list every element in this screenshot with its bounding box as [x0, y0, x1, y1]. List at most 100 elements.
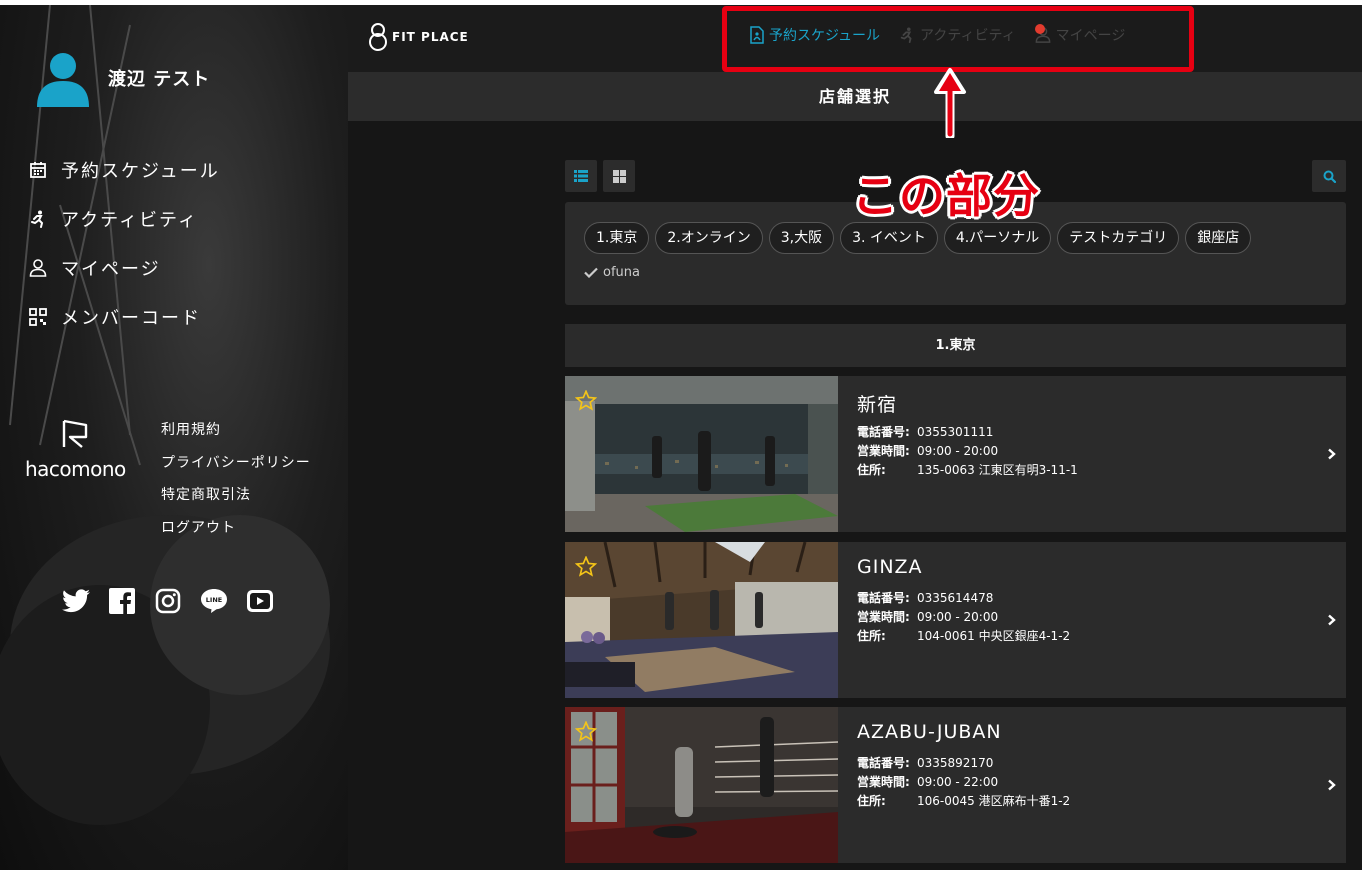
store-photo — [565, 542, 838, 698]
store-card-azabu-juban[interactable]: AZABU-JUBAN 電話番号: 0335892170 営業時間: 09:00 -… — [565, 707, 1346, 863]
main-content: 1.東京 2.オンライン 3,大阪 3. イベント 4.パーソナル テストカテゴ… — [348, 121, 1362, 870]
store-photo — [565, 376, 838, 532]
sidebar-item-label: 予約スケジュール — [61, 160, 220, 182]
address-label: 住所: — [857, 629, 886, 643]
youtube-icon[interactable] — [246, 587, 274, 615]
address-label: 住所: — [857, 463, 886, 477]
checked-filter-label: ofuna — [603, 265, 640, 280]
category-chips: 1.東京 2.オンライン 3,大阪 3. イベント 4.パーソナル テストカテゴ… — [584, 222, 1252, 254]
favorite-star-icon[interactable] — [575, 390, 597, 411]
checkmark-icon — [584, 267, 598, 278]
store-hours: 09:00 - 22:00 — [917, 775, 999, 789]
store-name: 新宿 — [857, 394, 898, 416]
top-navbar: FIT PLACE 予約スケジュール アクティビティ マイページ — [348, 5, 1362, 72]
annotation-arrow-icon — [934, 68, 966, 138]
terms-link[interactable]: 利用規約 — [161, 419, 311, 452]
tab-schedule[interactable]: 予約スケジュール — [750, 25, 880, 45]
chevron-right-icon — [1328, 614, 1336, 626]
category-chip[interactable]: 3. イベント — [840, 222, 938, 254]
social-links: LINE — [62, 587, 274, 615]
checked-filter[interactable]: ofuna — [584, 265, 640, 280]
hacomono-logo: hacomono — [25, 417, 126, 481]
sidebar-item-label: マイページ — [61, 258, 161, 280]
phone-label: 電話番号: — [857, 756, 910, 770]
sidebar-item-activity[interactable]: アクティビティ — [28, 194, 220, 243]
legal-links: 利用規約 プライバシーポリシー 特定商取引法 ログアウト — [161, 419, 311, 549]
category-chip[interactable]: 4.パーソナル — [943, 222, 1052, 254]
annotation-label: この部分 — [852, 169, 1040, 223]
commerce-law-link[interactable]: 特定商取引法 — [161, 484, 311, 517]
hours-label: 営業時間: — [857, 444, 910, 458]
store-info: 電話番号: 0335614478 営業時間: 09:00 - 20:00 住所: 10… — [857, 589, 1070, 646]
store-info: 電話番号: 0355301111 営業時間: 09:00 - 20:00 住所: 13… — [857, 423, 1078, 480]
category-chip[interactable]: テストカテゴリ — [1057, 222, 1180, 254]
instagram-icon[interactable] — [154, 587, 182, 615]
tab-label: 予約スケジュール — [769, 28, 881, 44]
line-icon[interactable]: LINE — [200, 587, 228, 615]
kettlebell-logo-icon — [369, 23, 387, 51]
store-card-ginza[interactable]: GINZA 電話番号: 0335614478 営業時間: 09:00 - 20:00… — [565, 542, 1346, 698]
store-address: 135-0063 江東区有明3-11-1 — [917, 463, 1078, 477]
grid-view-button[interactable] — [603, 160, 635, 192]
store-name: GINZA — [857, 556, 923, 578]
running-icon — [900, 27, 912, 43]
store-info: 電話番号: 0335892170 営業時間: 09:00 - 22:00 住所: 10… — [857, 754, 1070, 811]
list-view-button[interactable] — [565, 160, 597, 192]
page-title: 店舗選択 — [348, 72, 1362, 121]
category-chip[interactable]: 1.東京 — [584, 222, 650, 254]
chevron-right-icon — [1328, 448, 1336, 460]
store-card-shinjuku[interactable]: 新宿 電話番号: 0355301111 営業時間: 09:00 - 20:00 住所… — [565, 376, 1346, 532]
sidebar-item-mypage[interactable]: マイページ — [28, 243, 220, 292]
sidebar-item-label: アクティビティ — [61, 209, 198, 231]
twitter-icon[interactable] — [62, 587, 90, 615]
facebook-icon[interactable] — [108, 587, 136, 615]
sidebar: 渡辺 テスト 予約スケジュール アクティビティ マイページ メンバーコード ha… — [0, 5, 348, 870]
store-photo — [565, 707, 838, 863]
phone-label: 電話番号: — [857, 591, 910, 605]
favorite-star-icon[interactable] — [575, 556, 597, 577]
tab-label: マイページ — [1055, 28, 1126, 44]
avatar-icon — [35, 49, 91, 107]
user-profile[interactable]: 渡辺 テスト — [35, 49, 210, 107]
brand-name: FIT PLACE — [392, 30, 469, 44]
fit-place-logo[interactable]: FIT PLACE — [368, 23, 469, 51]
sidebar-menu: 予約スケジュール アクティビティ マイページ メンバーコード — [28, 145, 220, 341]
hours-label: 営業時間: — [857, 775, 910, 789]
document-person-icon — [750, 26, 764, 44]
hours-label: 営業時間: — [857, 610, 910, 624]
store-address: 104-0061 中央区銀座4-1-2 — [917, 629, 1071, 643]
tab-label: アクティビティ — [920, 28, 1016, 44]
tab-mypage[interactable]: マイページ — [1035, 25, 1126, 45]
chevron-right-icon — [1328, 779, 1336, 791]
category-chip[interactable]: 3,大阪 — [768, 222, 835, 254]
calendar-icon — [28, 160, 48, 180]
store-hours: 09:00 - 20:00 — [917, 610, 999, 624]
address-label: 住所: — [857, 794, 886, 808]
sidebar-item-member-code[interactable]: メンバーコード — [28, 292, 220, 341]
sidebar-item-label: メンバーコード — [61, 307, 201, 329]
user-name: 渡辺 テスト — [108, 69, 211, 90]
favorite-star-icon[interactable] — [575, 721, 597, 742]
privacy-policy-link[interactable]: プライバシーポリシー — [161, 452, 311, 485]
hacomono-wordmark: hacomono — [25, 457, 126, 481]
person-icon — [28, 258, 48, 278]
store-phone: 0335892170 — [917, 756, 994, 770]
tab-activity[interactable]: アクティビティ — [899, 25, 1016, 45]
store-address: 106-0045 港区麻布十番1-2 — [917, 794, 1071, 808]
notification-dot — [1035, 24, 1045, 34]
logout-link[interactable]: ログアウト — [161, 517, 311, 550]
search-button[interactable] — [1312, 160, 1346, 192]
store-phone: 0335614478 — [917, 591, 994, 605]
running-icon — [28, 209, 48, 229]
phone-label: 電話番号: — [857, 425, 910, 439]
store-name: AZABU-JUBAN — [857, 721, 1002, 743]
header-nav: 予約スケジュール アクティビティ マイページ — [750, 24, 1144, 45]
category-chip[interactable]: 2.オンライン — [655, 222, 763, 254]
section-header: 1.東京 — [565, 324, 1346, 367]
store-phone: 0355301111 — [917, 425, 994, 439]
sidebar-item-schedule[interactable]: 予約スケジュール — [28, 145, 220, 194]
grid-view-icon — [612, 169, 626, 183]
category-chip[interactable]: 銀座店 — [1185, 222, 1252, 254]
hacomono-mark-icon — [62, 419, 88, 448]
search-icon — [1323, 170, 1336, 183]
